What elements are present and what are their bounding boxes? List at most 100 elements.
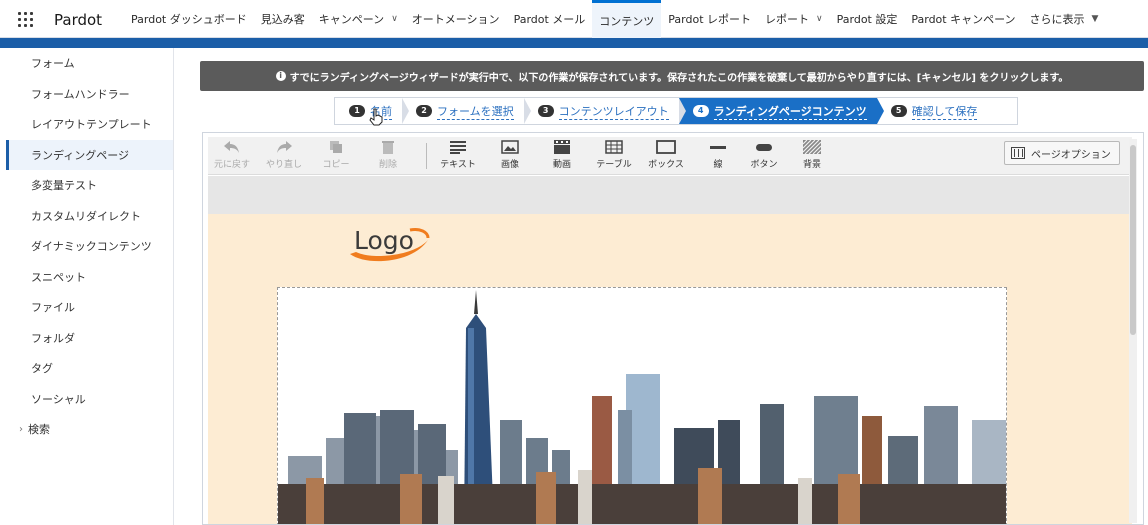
nav-tab-label: Pardot メール xyxy=(513,13,586,26)
undo-icon xyxy=(222,139,242,155)
caret-down-icon[interactable]: ▼ xyxy=(1092,14,1099,24)
box-icon xyxy=(656,139,676,155)
background-button[interactable]: 背景 xyxy=(788,139,836,173)
sidebar-item-label: フォーム xyxy=(31,57,75,71)
main-content: i すでにランディングページウィザードが実行中で、以下の作業が保存されています。… xyxy=(186,48,1148,525)
delete-button[interactable]: 削除 xyxy=(364,139,412,173)
redo-label: やり直し xyxy=(265,160,302,170)
sidebar-item-dynamic-content[interactable]: ダイナミックコンテンツ xyxy=(6,231,173,262)
nav-tab-label: 見込み客 xyxy=(260,13,305,26)
wizard-step-landing-page-content[interactable]: 4 ランディングページコンテンツ xyxy=(678,98,884,124)
sidebar-item-landing-pages[interactable]: ランディングページ xyxy=(6,139,173,170)
step-label: ランディングページコンテンツ xyxy=(713,104,867,120)
page-editor: 元に戻す やり直し コピー 削除 テキスト 画像 動画 テーブル ボックス 線 … xyxy=(202,132,1144,525)
editor-toolbar: 元に戻す やり直し コピー 削除 テキスト 画像 動画 テーブル ボックス 線 … xyxy=(208,137,1132,175)
nav-tab-more[interactable]: さらに表示 ▼ xyxy=(1023,0,1106,38)
wizard-step-choose-form[interactable]: 2 フォームを選択 xyxy=(402,98,531,124)
step-number: 4 xyxy=(692,105,709,117)
image-button[interactable]: 画像 xyxy=(486,139,534,173)
line-button[interactable]: 線 xyxy=(694,139,742,173)
sidebar-item-label: ダイナミックコンテンツ xyxy=(31,240,152,254)
button-label: ボタン xyxy=(750,160,778,170)
app-launcher-icon[interactable] xyxy=(18,12,34,28)
delete-label: 削除 xyxy=(378,160,397,170)
wizard-step-content-layout[interactable]: 3 コンテンツレイアウト xyxy=(524,98,686,124)
sidebar-item-snippets[interactable]: スニペット xyxy=(6,262,173,293)
sidebar-item-label: フォルダ xyxy=(31,331,75,345)
video-button[interactable]: 動画 xyxy=(538,139,586,173)
nav-tabs: Pardot ダッシュボード 見込み客 キャンペーン ∨ オートメーション Par… xyxy=(124,0,1105,38)
editor-scrollbar[interactable] xyxy=(1129,139,1137,523)
sidebar-item-social[interactable]: ソーシャル xyxy=(6,384,173,415)
nav-tab-pardot-settings[interactable]: Pardot 設定 xyxy=(830,0,905,38)
sidebar-item-layout-templates[interactable]: レイアウトテンプレート xyxy=(6,109,173,140)
hand-cursor-icon xyxy=(369,108,383,126)
sidebar-item-label: ファイル xyxy=(31,301,75,315)
page-options-label: ページオプション xyxy=(1031,149,1111,161)
logo[interactable]: Logo xyxy=(348,224,432,264)
line-icon xyxy=(708,139,728,155)
nav-tab-label: さらに表示 xyxy=(1029,13,1085,26)
nav-tab-label: Pardot キャンペーン xyxy=(911,13,1016,26)
text-button[interactable]: テキスト xyxy=(434,139,482,173)
chevron-right-icon[interactable]: › xyxy=(19,424,23,435)
nav-tab-pardot-reports[interactable]: Pardot レポート xyxy=(661,0,758,38)
step-label: 確認して保存 xyxy=(911,104,978,120)
button-shape-icon xyxy=(754,139,774,155)
copy-icon xyxy=(326,139,346,155)
nav-tab-prospects[interactable]: 見込み客 xyxy=(254,0,312,38)
undo-label: 元に戻す xyxy=(213,160,250,170)
nav-tab-content[interactable]: コンテンツ xyxy=(592,0,662,38)
sidebar-item-folders[interactable]: フォルダ xyxy=(6,323,173,354)
nav-tab-pardot-campaigns[interactable]: Pardot キャンペーン xyxy=(904,0,1022,38)
sidebar-item-label: 検索 xyxy=(28,423,50,437)
nav-tab-label: Pardot 設定 xyxy=(836,13,898,26)
image-icon xyxy=(500,139,520,155)
nav-tab-campaigns[interactable]: キャンペーン ∨ xyxy=(312,0,405,38)
sidebar-item-label: ソーシャル xyxy=(31,392,86,406)
skyline-image[interactable] xyxy=(277,287,1007,524)
box-button[interactable]: ボックス xyxy=(642,139,690,173)
content-sidebar: フォーム フォームハンドラー レイアウトテンプレート ランディングページ 多変量… xyxy=(6,48,174,525)
toolbar-divider xyxy=(426,143,427,169)
redo-button[interactable]: やり直し xyxy=(260,139,308,173)
copy-button[interactable]: コピー xyxy=(312,139,360,173)
step-arrow xyxy=(678,98,686,124)
nav-tab-reports[interactable]: レポート ∨ xyxy=(758,0,830,38)
sidebar-item-tags[interactable]: タグ xyxy=(6,353,173,384)
sidebar-item-multivariate-tests[interactable]: 多変量テスト xyxy=(6,170,173,201)
line-label: 線 xyxy=(713,160,723,170)
redo-icon xyxy=(274,139,294,155)
nav-tab-automation[interactable]: オートメーション xyxy=(405,0,507,38)
sidebar-item-forms[interactable]: フォーム xyxy=(6,48,173,79)
page-options-button[interactable]: ページオプション xyxy=(1004,141,1120,165)
wizard-alert-banner: i すでにランディングページウィザードが実行中で、以下の作業が保存されています。… xyxy=(200,61,1144,91)
nav-tab-pardot-dashboard[interactable]: Pardot ダッシュボード xyxy=(124,0,254,38)
step-arrow xyxy=(876,98,884,124)
landing-page-canvas[interactable]: Logo xyxy=(208,214,1132,524)
table-button[interactable]: テーブル xyxy=(590,139,638,173)
chevron-down-icon[interactable]: ∨ xyxy=(391,14,398,24)
sidebar-item-form-handlers[interactable]: フォームハンドラー xyxy=(6,79,173,110)
step-number: 5 xyxy=(890,105,907,117)
nav-tab-label: レポート xyxy=(765,13,810,26)
app-name: Pardot xyxy=(54,11,103,29)
nav-tab-label: Pardot ダッシュボード xyxy=(131,13,247,26)
box-label: ボックス xyxy=(648,160,684,170)
nav-tab-label: コンテンツ xyxy=(599,14,655,28)
global-nav-bar: Pardot Pardot ダッシュボード 見込み客 キャンペーン ∨ オートメー… xyxy=(0,0,1148,38)
chevron-down-icon[interactable]: ∨ xyxy=(816,14,823,24)
alert-text: すでにランディングページウィザードが実行中で、以下の作業が保存されています。保存… xyxy=(289,72,1069,84)
undo-button[interactable]: 元に戻す xyxy=(208,139,256,173)
sliders-icon xyxy=(1011,147,1025,159)
wizard-step-confirm-save[interactable]: 5 確認して保存 xyxy=(877,98,988,124)
sidebar-item-search[interactable]: › 検索 xyxy=(6,414,173,445)
button-element-button[interactable]: ボタン xyxy=(740,139,788,173)
step-label: コンテンツレイアウト xyxy=(558,104,669,120)
sidebar-item-custom-redirects[interactable]: カスタムリダイレクト xyxy=(6,201,173,232)
scrollbar-thumb[interactable] xyxy=(1130,145,1136,335)
sidebar-item-files[interactable]: ファイル xyxy=(6,292,173,323)
sidebar-item-label: カスタムリダイレクト xyxy=(31,209,141,223)
nav-tab-pardot-email[interactable]: Pardot メール xyxy=(507,0,593,38)
step-label: フォームを選択 xyxy=(437,104,514,120)
